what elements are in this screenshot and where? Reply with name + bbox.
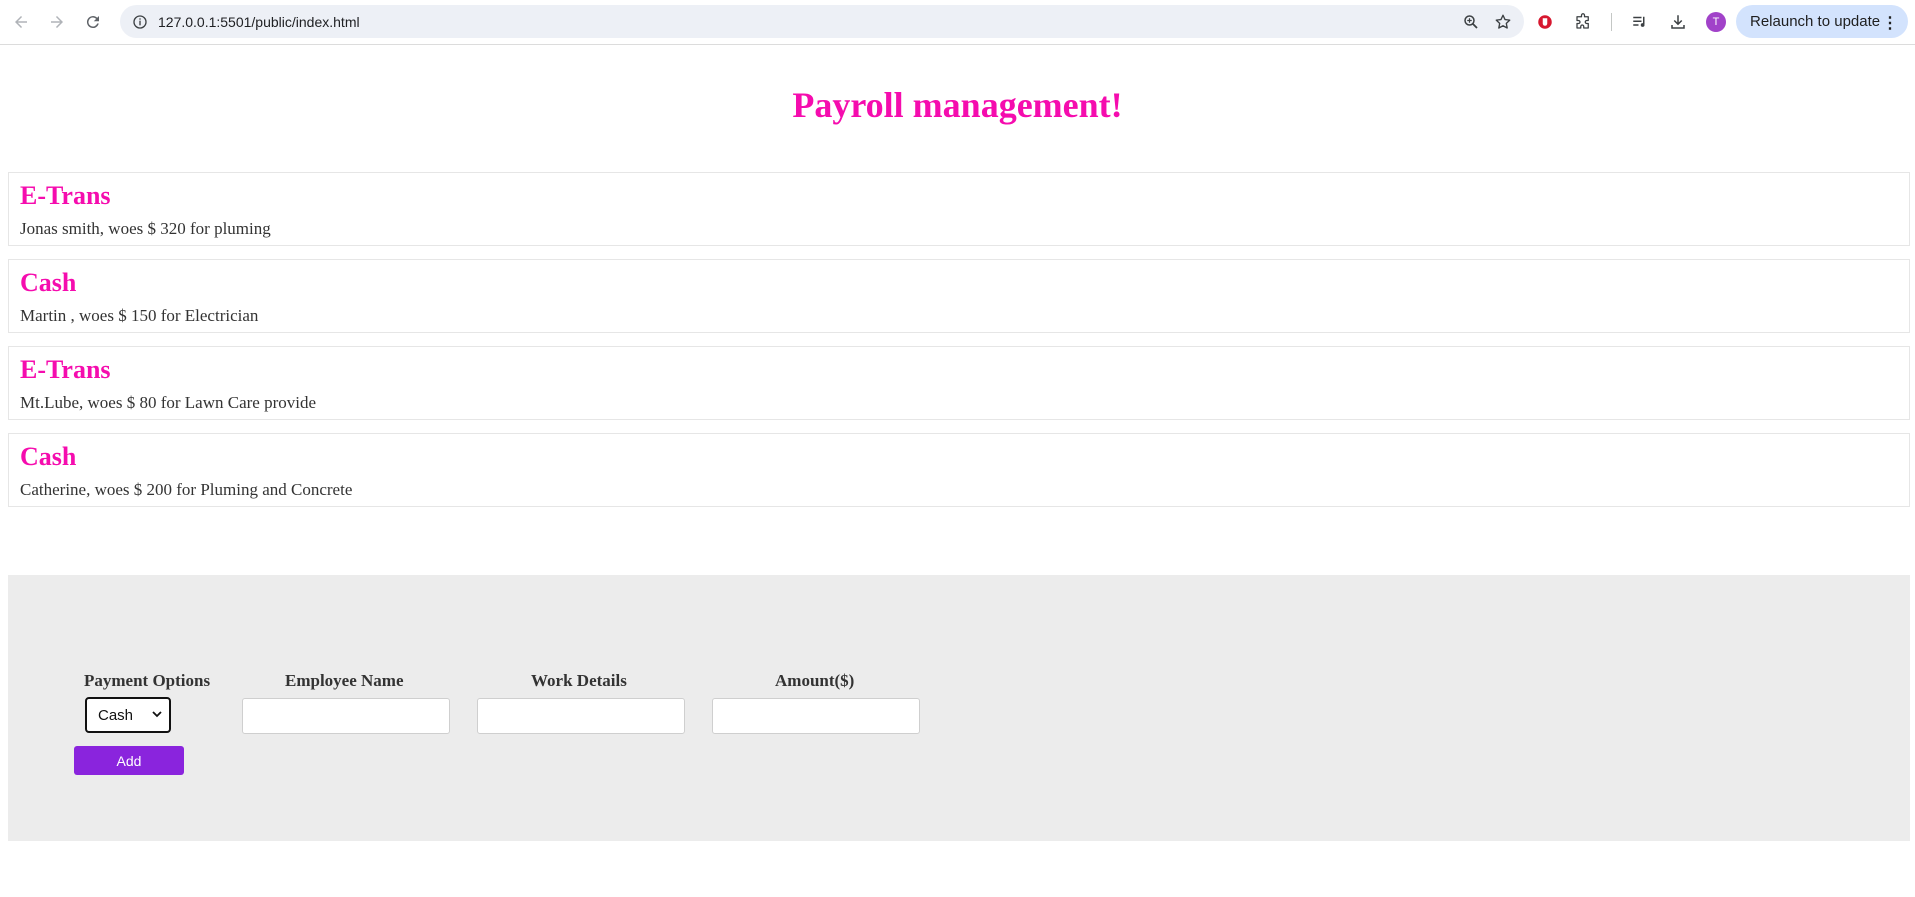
zoom-icon[interactable]	[1462, 13, 1480, 31]
media-queue-icon[interactable]	[1630, 12, 1650, 32]
payment-list: E-Trans Jonas smith, woes $ 320 for plum…	[8, 172, 1910, 520]
add-button[interactable]: Add	[74, 746, 184, 775]
reload-icon[interactable]	[79, 8, 107, 36]
payment-method: Cash	[20, 268, 77, 297]
download-icon[interactable]	[1668, 12, 1688, 32]
payment-card: Cash Martin , woes $ 150 for Electrician	[8, 259, 1910, 333]
chevron-down-icon	[152, 711, 162, 718]
extensions-puzzle-icon[interactable]	[1573, 12, 1593, 32]
payment-method: E-Trans	[20, 355, 111, 384]
bookmark-star-icon[interactable]	[1494, 13, 1512, 31]
back-arrow-icon[interactable]	[7, 8, 35, 36]
forward-arrow-icon[interactable]	[43, 8, 71, 36]
amount-label: Amount($)	[775, 671, 855, 690]
employee-name-input[interactable]	[242, 698, 450, 734]
payment-options-select[interactable]: Cash	[85, 697, 171, 733]
payment-options-label: Payment Options	[84, 671, 211, 690]
employee-name-label: Employee Name	[285, 671, 404, 690]
payment-method: Cash	[20, 442, 77, 471]
address-bar[interactable]: 127.0.0.1:5501/public/index.html	[120, 5, 1524, 38]
relaunch-label: Relaunch to update	[1750, 13, 1881, 30]
payment-selected-value: Cash	[98, 706, 134, 724]
page-title: Payroll management!	[792, 85, 1123, 125]
relaunch-button[interactable]: Relaunch to update ⋮	[1736, 5, 1908, 38]
work-details-label: Work Details	[531, 671, 627, 690]
work-details-input[interactable]	[477, 698, 685, 734]
profile-avatar[interactable]: T	[1706, 12, 1726, 32]
browser-toolbar: 127.0.0.1:5501/public/index.html T Relau…	[0, 0, 1915, 45]
payment-card: E-Trans Mt.Lube, woes $ 80 for Lawn Care…	[8, 346, 1910, 420]
payment-description: Mt.Lube, woes $ 80 for Lawn Care provide	[20, 393, 317, 412]
payment-card: E-Trans Jonas smith, woes $ 320 for plum…	[8, 172, 1910, 246]
add-payment-form: Payment Options Cash Employee Name Work …	[8, 575, 1910, 841]
payment-description: Martin , woes $ 150 for Electrician	[20, 306, 259, 325]
payment-description: Jonas smith, woes $ 320 for pluming	[20, 219, 271, 238]
url-text[interactable]: 127.0.0.1:5501/public/index.html	[158, 14, 360, 30]
site-info-icon[interactable]	[130, 12, 150, 32]
extension-shield-icon[interactable]	[1535, 12, 1555, 32]
payment-card: Cash Catherine, woes $ 200 for Pluming a…	[8, 433, 1910, 507]
payment-description: Catherine, woes $ 200 for Pluming and Co…	[20, 480, 353, 499]
payment-method: E-Trans	[20, 181, 111, 210]
amount-input[interactable]	[712, 698, 920, 734]
more-options-icon[interactable]: ⋮	[1882, 13, 1898, 33]
toolbar-divider	[1611, 13, 1612, 31]
